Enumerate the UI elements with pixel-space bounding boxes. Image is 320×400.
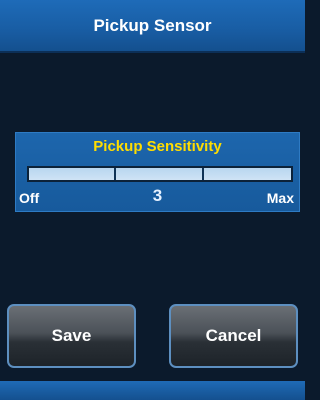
max-label: Max [266,190,294,206]
footer-bar [0,381,305,400]
cancel-button[interactable]: Cancel [169,304,298,368]
title-bar: Pickup Sensor [0,0,305,53]
sensitivity-panel: Pickup Sensitivity Off 3 Max [15,132,300,212]
slider-divider [114,168,116,180]
cancel-button-label: Cancel [205,326,262,345]
page-title: Pickup Sensor [93,15,212,35]
sensitivity-slider[interactable] [27,166,293,182]
save-button[interactable]: Save [7,304,136,368]
sensitivity-title: Pickup Sensitivity [93,138,222,155]
save-button-label: Save [51,326,92,345]
slider-divider [202,168,204,180]
sensitivity-value: 3 [152,186,163,205]
slider-fill [29,168,291,180]
